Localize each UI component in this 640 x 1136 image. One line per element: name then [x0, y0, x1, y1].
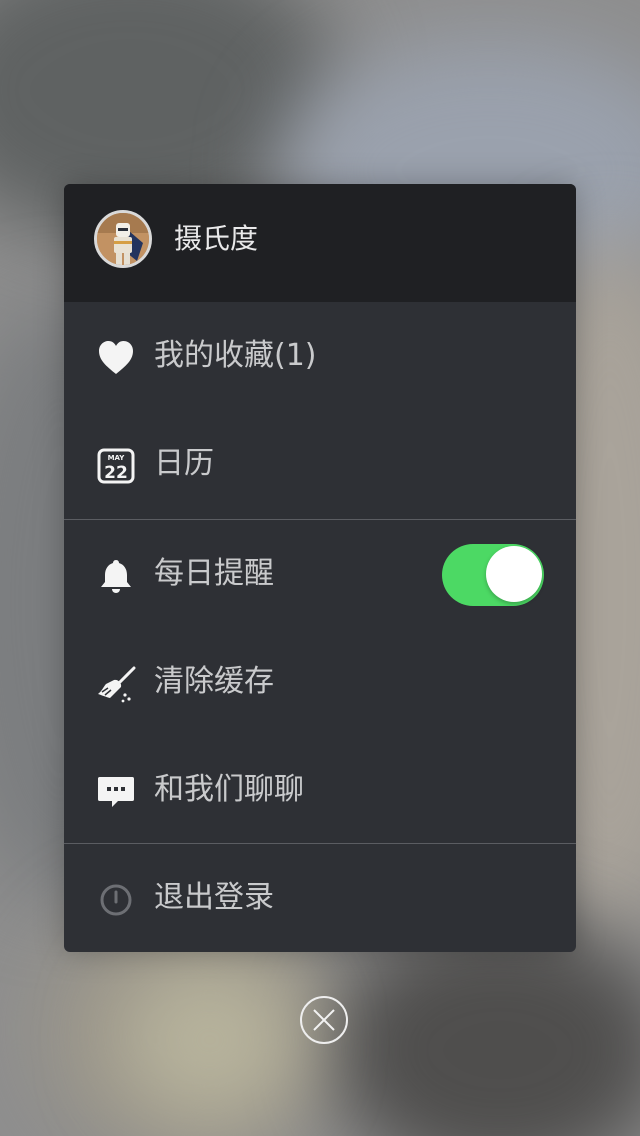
calendar-day: 22 — [104, 463, 128, 483]
menu-item-favorites[interactable]: 我的收藏(1) — [64, 302, 576, 410]
menu-item-calendar[interactable]: MAY 22 日历 — [64, 410, 576, 518]
menu-item-clear-cache[interactable]: 清除缓存 — [64, 628, 576, 736]
bell-icon — [96, 556, 136, 596]
daily-reminder-toggle[interactable] — [442, 544, 544, 606]
profile-header[interactable]: 摄氏度 — [64, 184, 576, 302]
broom-icon — [96, 664, 136, 704]
avatar[interactable] — [94, 210, 152, 268]
chat-label: 和我们聊聊 — [154, 772, 304, 807]
menu-item-logout[interactable]: 退出登录 — [64, 844, 576, 952]
menu-panel: 摄氏度 我的收藏(1) MAY 22 日历 每日提醒 清除缓存 和我们聊聊 退出… — [64, 184, 576, 952]
heart-icon — [96, 338, 136, 378]
menu-item-chat[interactable]: 和我们聊聊 — [64, 736, 576, 844]
reminder-label: 每日提醒 — [154, 556, 274, 591]
calendar-month: MAY — [108, 454, 126, 462]
username: 摄氏度 — [174, 222, 259, 255]
calendar-icon: MAY 22 — [96, 446, 136, 486]
menu-item-daily-reminder: 每日提醒 — [64, 520, 576, 628]
toggle-knob[interactable] — [486, 546, 542, 602]
calendar-label: 日历 — [154, 446, 214, 481]
close-icon — [313, 1009, 335, 1031]
power-icon — [96, 880, 136, 920]
chat-bubble-icon — [96, 772, 136, 812]
clear-cache-label: 清除缓存 — [154, 664, 274, 699]
logout-label: 退出登录 — [154, 880, 274, 915]
favorites-label: 我的收藏(1) — [154, 338, 317, 373]
close-button[interactable] — [300, 996, 348, 1044]
